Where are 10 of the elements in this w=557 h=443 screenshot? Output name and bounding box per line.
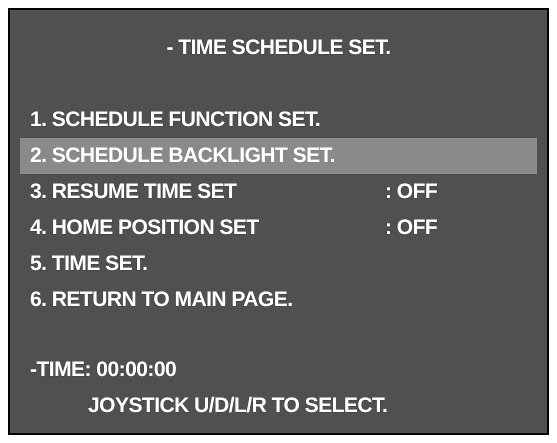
menu-item-value: : OFF — [385, 214, 438, 241]
menu-item[interactable]: 6. RETURN TO MAIN PAGE. — [20, 282, 537, 318]
menu-title: - TIME SCHEDULE SET. — [166, 35, 391, 61]
menu-item[interactable]: 3. RESUME TIME SET : OFF — [20, 174, 537, 210]
menu-item-value: : OFF — [385, 178, 438, 205]
time-display: -TIME: 00:00:00 — [30, 356, 176, 383]
menu-item[interactable]: 4. HOME POSITION SET : OFF — [20, 210, 537, 246]
menu-item[interactable]: 1. SCHEDULE FUNCTION SET. — [20, 102, 537, 138]
menu-item[interactable]: 5. TIME SET. — [20, 246, 537, 282]
hint-text: JOYSTICK U/D/L/R TO SELECT. — [88, 392, 388, 419]
